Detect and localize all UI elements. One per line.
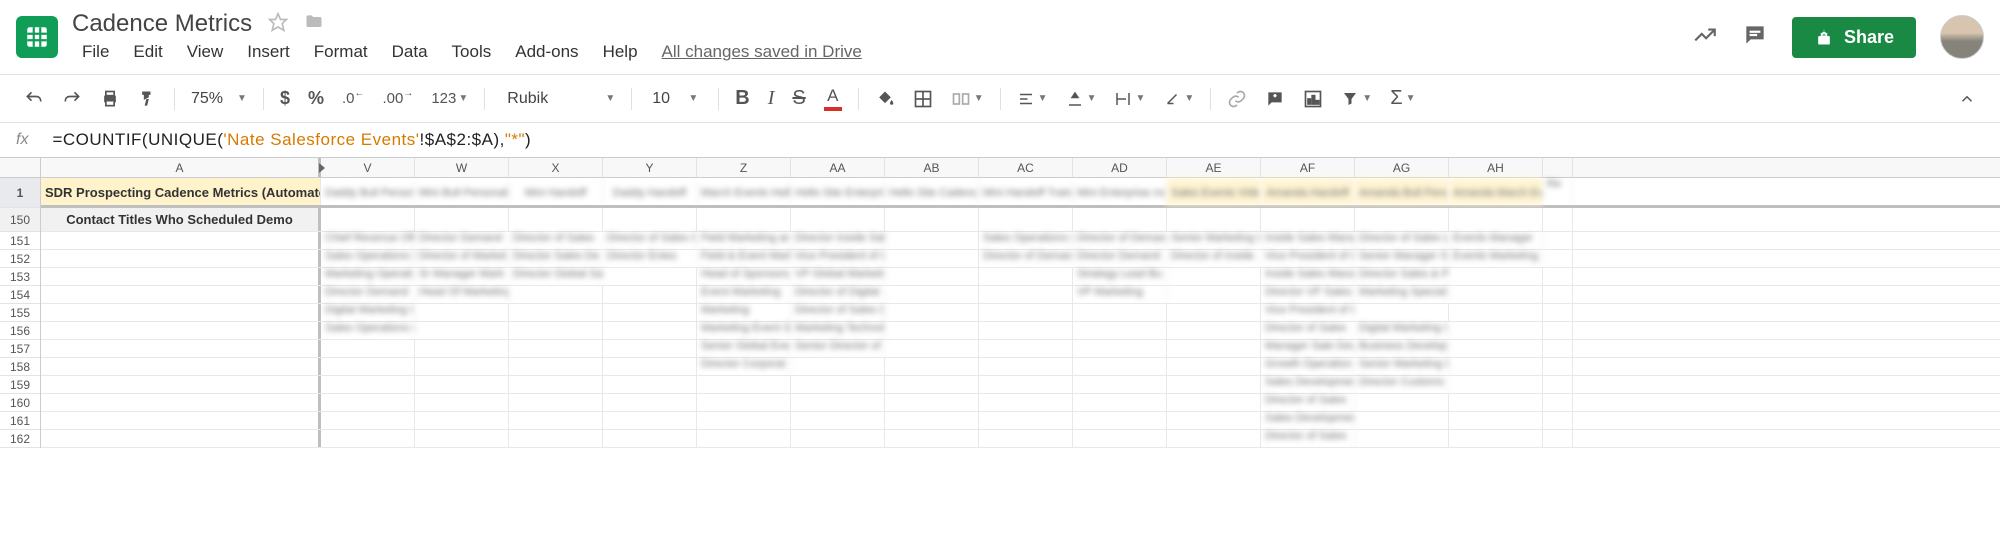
table-row[interactable]: Director CorporatGrowth OperationSenior …	[41, 358, 2000, 376]
decrease-decimal-icon[interactable]: .0←	[334, 85, 373, 112]
zoom-select[interactable]: 75%▼	[183, 90, 255, 108]
cell-A150[interactable]: Contact Titles Who Scheduled Demo	[41, 208, 321, 231]
star-icon[interactable]	[268, 12, 288, 37]
table-row[interactable]: Sales DevelopmenDirector Customs	[41, 376, 2000, 394]
currency-icon[interactable]: $	[272, 83, 298, 114]
table-row[interactable]: Director of Sales	[41, 394, 2000, 412]
menu-format[interactable]: Format	[304, 40, 378, 64]
text-color-icon[interactable]: A	[816, 81, 850, 116]
percent-icon[interactable]: %	[300, 83, 332, 114]
row-num-150[interactable]: 150	[0, 208, 40, 232]
document-title[interactable]: Cadence Metrics	[72, 10, 252, 38]
column-headers: A V W X Y Z AA AB AC AD AE AF AG AH	[41, 158, 2000, 178]
fill-color-icon[interactable]	[867, 84, 903, 114]
sheets-logo[interactable]	[16, 16, 58, 58]
table-row[interactable]: Senior Global EvenSenior Director ofMana…	[41, 340, 2000, 358]
spreadsheet-grid[interactable]: 1 150 151 152 153 154 155 156 157 158 15…	[0, 158, 2000, 448]
col-AF[interactable]: AF	[1261, 158, 1355, 177]
frozen-row-1[interactable]: SDR Prospecting Cadence Metrics (Automat…	[41, 178, 2000, 208]
font-select[interactable]: Rubik▼	[493, 90, 623, 108]
col-AC[interactable]: AC	[979, 158, 1073, 177]
col-AD[interactable]: AD	[1073, 158, 1167, 177]
table-row[interactable]: Marketing OperatiSr Manager MarkDirector…	[41, 268, 2000, 286]
chart-icon[interactable]	[1295, 84, 1331, 114]
redo-icon[interactable]	[54, 84, 90, 114]
increase-decimal-icon[interactable]: .00→	[374, 85, 421, 112]
functions-icon[interactable]: Σ▼	[1382, 82, 1423, 115]
font-size-select[interactable]: 10▼	[640, 90, 710, 108]
menu-tools[interactable]: Tools	[442, 40, 502, 64]
col-AB[interactable]: AB	[885, 158, 979, 177]
merge-icon[interactable]: ▼	[943, 84, 992, 114]
col-A[interactable]: A	[41, 158, 321, 177]
strike-icon[interactable]: S	[784, 82, 813, 115]
print-icon[interactable]	[92, 84, 128, 114]
table-row[interactable]: Sales Operations IMarketing Event SMarke…	[41, 322, 2000, 340]
wrap-icon[interactable]: ▼	[1106, 85, 1153, 113]
col-Z[interactable]: Z	[697, 158, 791, 177]
menu-bar: File Edit View Insert Format Data Tools …	[72, 40, 1692, 64]
comment-icon[interactable]	[1257, 84, 1293, 114]
comments-icon[interactable]	[1742, 22, 1768, 53]
table-row[interactable]: Digital Marketing IMarketingDirector of …	[41, 304, 2000, 322]
filter-icon[interactable]: ▼	[1333, 85, 1380, 113]
halign-icon[interactable]: ▼	[1009, 85, 1056, 113]
row-numbers: 1 150 151 152 153 154 155 156 157 158 15…	[0, 158, 41, 448]
menu-data[interactable]: Data	[382, 40, 438, 64]
italic-icon[interactable]: I	[760, 82, 783, 115]
col-Y[interactable]: Y	[603, 158, 697, 177]
col-V[interactable]: V	[321, 158, 415, 177]
menu-file[interactable]: File	[72, 40, 119, 64]
share-button[interactable]: Share	[1792, 17, 1916, 58]
paint-format-icon[interactable]	[130, 84, 166, 114]
collapse-toolbar-icon[interactable]	[1950, 85, 1984, 113]
cell-A1[interactable]: SDR Prospecting Cadence Metrics (Automat…	[41, 178, 321, 205]
folder-icon[interactable]	[304, 12, 324, 37]
row-150[interactable]: Contact Titles Who Scheduled Demo	[41, 208, 2000, 232]
format-123[interactable]: 123▼	[423, 85, 476, 112]
col-AA[interactable]: AA	[791, 158, 885, 177]
activity-icon[interactable]	[1692, 22, 1718, 53]
bold-icon[interactable]: B	[727, 82, 757, 115]
menu-addons[interactable]: Add-ons	[505, 40, 588, 64]
formula-input[interactable]: =COUNTIF(UNIQUE('Nate Salesforce Events'…	[52, 130, 531, 151]
valign-icon[interactable]: ▼	[1058, 85, 1105, 113]
table-row[interactable]: Sales Developmen	[41, 412, 2000, 430]
menu-insert[interactable]: Insert	[237, 40, 300, 64]
link-icon[interactable]	[1219, 84, 1255, 114]
col-AG[interactable]: AG	[1355, 158, 1449, 177]
col-AE[interactable]: AE	[1167, 158, 1261, 177]
col-AH[interactable]: AH	[1449, 158, 1543, 177]
undo-icon[interactable]	[16, 84, 52, 114]
table-row[interactable]: Chief Revenue OffDirector DemandDirector…	[41, 232, 2000, 250]
rotate-icon[interactable]: ▼	[1155, 85, 1202, 113]
table-row[interactable]: Director of Sales	[41, 430, 2000, 448]
borders-icon[interactable]	[905, 84, 941, 114]
save-status[interactable]: All changes saved in Drive	[662, 42, 862, 62]
menu-edit[interactable]: Edit	[123, 40, 172, 64]
table-row[interactable]: Director DemandHead Of MarketingEvent Ma…	[41, 286, 2000, 304]
row-num-1[interactable]: 1	[0, 178, 40, 208]
toolbar: 75%▼ $ % .0← .00→ 123▼ Rubik▼ 10▼ B I S …	[0, 75, 2000, 122]
col-X[interactable]: X	[509, 158, 603, 177]
table-row[interactable]: Sales Operations IDirector of MarketDire…	[41, 250, 2000, 268]
share-label: Share	[1844, 27, 1894, 48]
avatar[interactable]	[1940, 15, 1984, 59]
menu-view[interactable]: View	[177, 40, 234, 64]
fx-icon[interactable]: fx	[16, 131, 28, 149]
menu-help[interactable]: Help	[593, 40, 648, 64]
col-W[interactable]: W	[415, 158, 509, 177]
